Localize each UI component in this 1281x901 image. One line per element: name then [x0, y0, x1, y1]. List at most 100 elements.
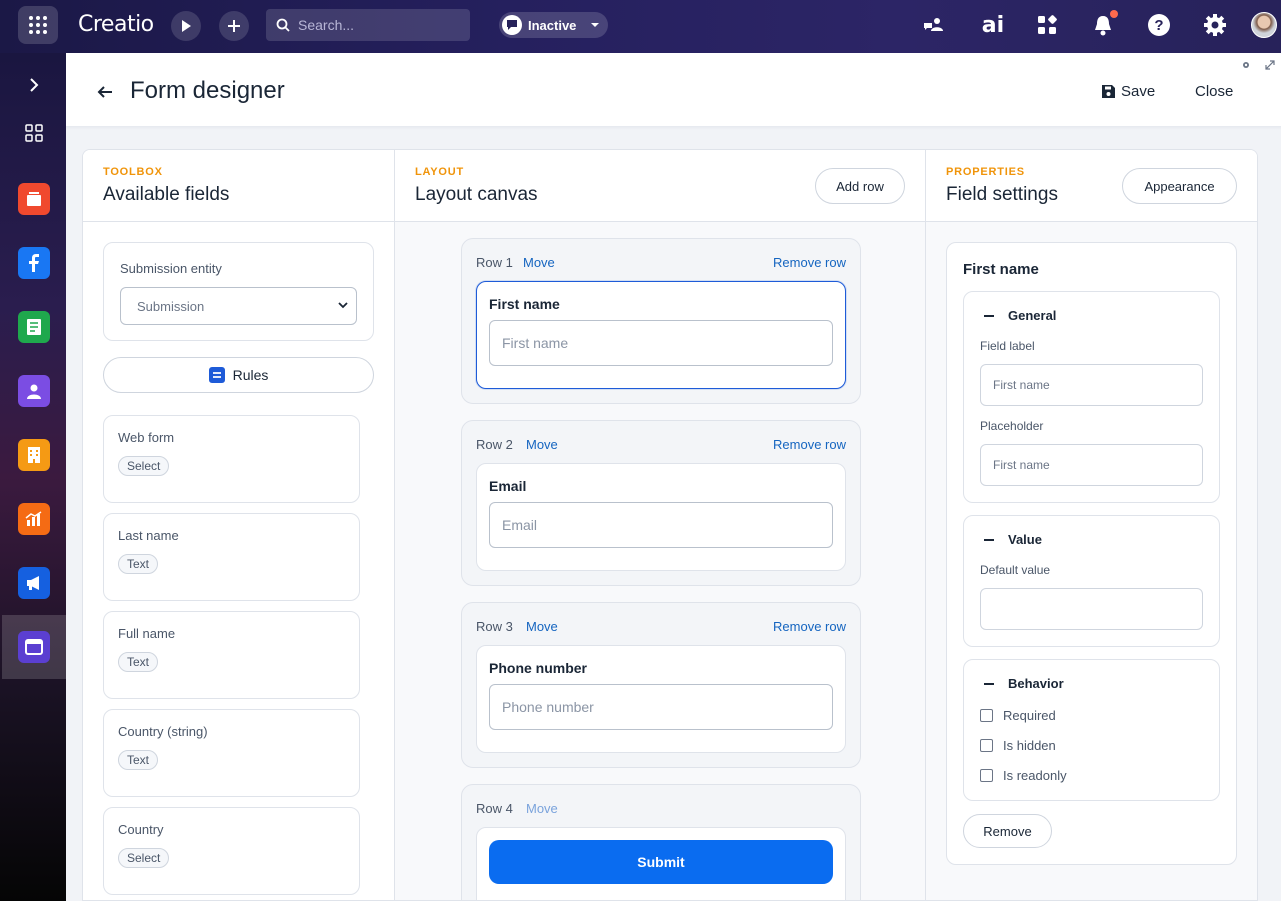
- field-type-badge: Select: [118, 456, 170, 476]
- selected-field-title: First name: [963, 261, 1039, 278]
- is-hidden-checkbox[interactable]: Is hidden: [980, 738, 1056, 753]
- phone-number-field[interactable]: [489, 684, 833, 730]
- layout-title: Layout canvas: [415, 184, 538, 205]
- sidebar-app-forms[interactable]: [18, 311, 50, 343]
- appearance-button[interactable]: Appearance: [1122, 168, 1237, 204]
- status-dropdown[interactable]: Inactive: [499, 12, 608, 38]
- properties-eyebrow: PROPERTIES: [946, 166, 1025, 178]
- sidebar-app-analytics[interactable]: [18, 503, 50, 535]
- sidebar-app-marketing[interactable]: [18, 567, 50, 599]
- checkbox-box[interactable]: [980, 739, 993, 752]
- move-row-button[interactable]: Move: [526, 619, 558, 634]
- plus-icon: [228, 20, 240, 32]
- default-value-label: Default value: [980, 563, 1051, 577]
- is-readonly-checkbox[interactable]: Is readonly: [980, 768, 1067, 783]
- floppy-disk-icon: [1102, 85, 1115, 98]
- checkbox-box[interactable]: [980, 769, 993, 782]
- form-field-card[interactable]: Email: [476, 463, 846, 571]
- collapse-icon: [984, 682, 994, 685]
- toolbox-title: Available fields: [103, 184, 230, 205]
- remove-field-button[interactable]: Remove: [963, 814, 1052, 848]
- run-process-button[interactable]: [171, 11, 201, 41]
- rules-button[interactable]: Rules: [103, 357, 374, 393]
- value-section-toggle[interactable]: Value: [984, 532, 1042, 547]
- expand-sidebar-button[interactable]: [24, 75, 44, 95]
- form-field-card[interactable]: First name: [476, 281, 846, 389]
- all-apps-button[interactable]: [24, 123, 44, 143]
- general-section: General Field label Placeholder: [963, 291, 1220, 503]
- placeholder-input[interactable]: [980, 444, 1203, 486]
- create-button[interactable]: [219, 11, 249, 41]
- general-section-toggle[interactable]: General: [984, 308, 1056, 323]
- search-input[interactable]: [298, 17, 448, 33]
- window-settings-icon[interactable]: [1241, 60, 1251, 70]
- avatar[interactable]: [1251, 12, 1277, 38]
- page-title: Form designer: [130, 77, 285, 104]
- close-button[interactable]: Close: [1195, 83, 1233, 100]
- sidebar-app-accounts[interactable]: [18, 439, 50, 471]
- page-header: Form designer Save Close: [66, 53, 1281, 126]
- toolbox-field-card[interactable]: Full name Text: [103, 611, 360, 699]
- collapse-icon: [984, 314, 994, 317]
- required-checkbox[interactable]: Required: [980, 708, 1056, 723]
- chevron-down-icon: [591, 23, 600, 27]
- field-label-input[interactable]: [980, 364, 1203, 406]
- layout-column: LAYOUT Layout canvas Add row Row 1 Move …: [395, 150, 926, 900]
- remove-row-button[interactable]: Remove row: [773, 255, 846, 270]
- ai-button[interactable]: ai: [978, 12, 1008, 38]
- left-sidebar: [0, 53, 66, 901]
- sidebar-app-form-designer[interactable]: [18, 631, 50, 663]
- play-icon: [182, 20, 191, 32]
- checkbox-box[interactable]: [980, 709, 993, 722]
- notifications-button[interactable]: [1090, 10, 1118, 38]
- settings-button[interactable]: [1202, 12, 1228, 38]
- toolbox-field-card[interactable]: Country (string) Text: [103, 709, 360, 797]
- cards-icon: [27, 192, 41, 206]
- sidebar-app-contacts[interactable]: [18, 375, 50, 407]
- toolbox-field-card[interactable]: Country Select: [103, 807, 360, 895]
- communication-panel-button[interactable]: [921, 12, 947, 38]
- expand-window-icon[interactable]: [1265, 60, 1275, 70]
- move-row-button[interactable]: Move: [526, 801, 558, 816]
- checkbox-label: Required: [1003, 708, 1056, 723]
- save-button[interactable]: Save: [1102, 83, 1155, 100]
- submit-button[interactable]: Submit: [489, 840, 833, 884]
- global-search[interactable]: [266, 9, 470, 41]
- form-field-label: Phone number: [489, 660, 588, 676]
- megaphone-icon: [27, 576, 39, 590]
- chart-icon: [25, 511, 42, 526]
- toolbox-header: TOOLBOX Available fields: [83, 150, 394, 222]
- sidebar-app-cases[interactable]: [18, 183, 50, 215]
- behavior-section-toggle[interactable]: Behavior: [984, 676, 1064, 691]
- field-type-badge: Text: [118, 750, 159, 770]
- checkbox-label: Is readonly: [1003, 768, 1067, 783]
- form-field-card[interactable]: Phone number: [476, 645, 846, 753]
- remove-row-button[interactable]: Remove row: [773, 437, 846, 452]
- help-button[interactable]: ?: [1146, 12, 1172, 38]
- submission-entity-select[interactable]: Submission: [120, 287, 357, 325]
- toolbox-field-card[interactable]: Web form Select: [103, 415, 360, 503]
- field-type-badge: Text: [118, 554, 159, 574]
- app-launcher-button[interactable]: [18, 6, 58, 44]
- layout-row: Row 4 Move Submit: [461, 784, 861, 900]
- chevron-right-icon: [30, 78, 39, 92]
- email-field[interactable]: [489, 502, 833, 548]
- default-value-input[interactable]: [980, 588, 1203, 630]
- toolbox-column: TOOLBOX Available fields Submission enti…: [83, 150, 395, 900]
- move-row-button[interactable]: Move: [526, 437, 558, 452]
- top-bar: Creatio Inactive ai ?: [0, 0, 1281, 53]
- dashboard-icon: [1038, 15, 1057, 34]
- workplace-button[interactable]: [1034, 12, 1060, 38]
- remove-row-button[interactable]: Remove row: [773, 619, 846, 634]
- submission-entity-label: Submission entity: [120, 261, 222, 276]
- creatio-logo[interactable]: Creatio: [78, 12, 154, 37]
- form-button-card[interactable]: Submit: [476, 827, 846, 900]
- back-arrow-icon[interactable]: [96, 83, 114, 101]
- sidebar-app-facebook[interactable]: [18, 247, 50, 279]
- first-name-field[interactable]: [489, 320, 833, 366]
- toolbox-field-card[interactable]: Last name Text: [103, 513, 360, 601]
- add-row-button[interactable]: Add row: [815, 168, 905, 204]
- toolbox-eyebrow: TOOLBOX: [103, 166, 163, 178]
- chat-icon: [502, 15, 522, 35]
- move-row-button[interactable]: Move: [523, 255, 555, 270]
